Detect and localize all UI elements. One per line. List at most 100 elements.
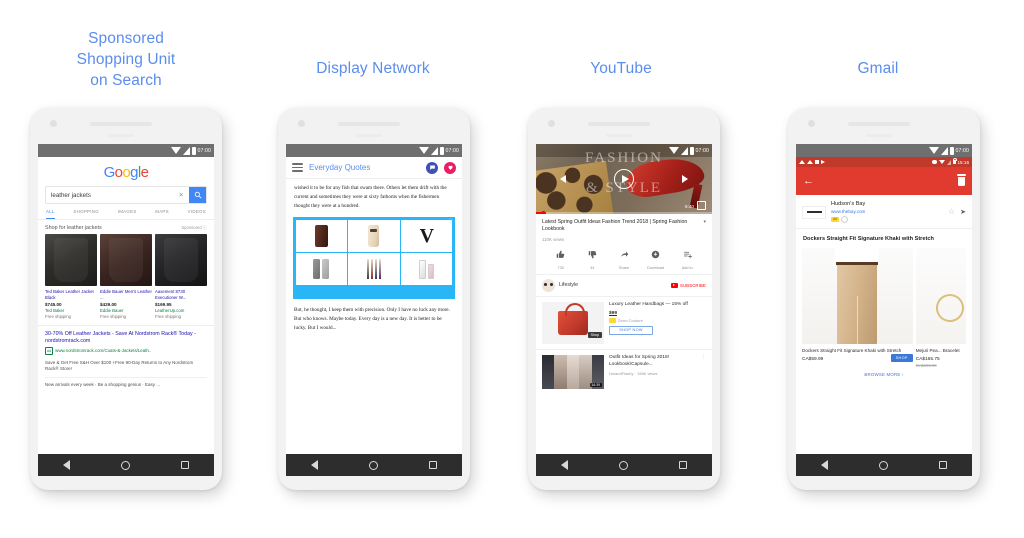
email-subject: Dockers Straight Fit Signature Khaki wit… [803, 236, 934, 242]
more-options-icon[interactable]: ⋮ [701, 354, 706, 389]
text-ad-headline[interactable]: 30-70% Off Leather Jackets - Save At Nor… [45, 331, 207, 345]
tab-images[interactable]: IMAGES [118, 209, 137, 219]
add-to-icon [683, 252, 692, 259]
chevron-down-icon[interactable]: ▾ [703, 219, 706, 233]
home-icon[interactable] [120, 460, 130, 470]
logo-letter: o [122, 164, 131, 181]
shop-label: Shop for leather jackets [45, 225, 102, 231]
arrow-left-icon[interactable]: ← [803, 175, 814, 187]
hamburger-icon[interactable] [292, 161, 303, 174]
tab-maps[interactable]: MAPS [155, 209, 169, 219]
ad-brand-row: Zerro Couture [609, 317, 706, 323]
ad-brand: Zerro Couture [618, 317, 643, 323]
subscribe-button[interactable]: SUBSCRIBE [670, 282, 706, 288]
share-button[interactable]: Share [609, 246, 639, 270]
shop-button[interactable]: SHOP [890, 354, 913, 363]
tab-all[interactable]: ALL [46, 209, 55, 219]
product-image [155, 234, 207, 286]
product-image-secondary[interactable] [915, 248, 966, 344]
youtube-shopping-ad[interactable]: Shop Luxury Leather Handbags — 15% off $… [536, 297, 712, 350]
text-ad-url[interactable]: www.nordstromrack.com/Coats-&-Jackets/Le… [55, 348, 151, 353]
dislike-button[interactable]: 44 [578, 246, 608, 270]
recommended-video[interactable]: 16:39 Outfit Ideas for Spring 2018! Look… [536, 350, 712, 394]
like-count: 730 [557, 265, 564, 270]
wifi-icon [170, 147, 181, 154]
back-icon[interactable] [561, 460, 569, 470]
ad-cell[interactable] [295, 253, 347, 285]
back-icon[interactable] [311, 460, 319, 470]
fullscreen-icon[interactable] [697, 201, 706, 210]
product-price: $429.00 [100, 301, 117, 307]
recommended-title[interactable]: Outfit Ideas for Spring 2018! Lookbook\C… [609, 355, 696, 368]
back-icon[interactable] [63, 460, 71, 470]
home-icon[interactable] [618, 460, 628, 470]
video-player[interactable]: 07:00 FASHION & STYLE 6:40 [536, 144, 712, 214]
product-title[interactable]: Aaxement 8730 Executioner W... [155, 289, 207, 300]
ad-badge-icon [609, 317, 616, 323]
tab-shopping[interactable]: SHOPPING [73, 209, 99, 219]
article-text-top: wished it to be for any fish that swam t… [286, 179, 462, 211]
battery-icon [439, 146, 444, 155]
product-detail[interactable]: Dockers Straight Fit Signature Khaki wit… [802, 348, 913, 368]
back-icon[interactable] [821, 460, 829, 470]
clear-icon[interactable]: ✕ [179, 191, 189, 199]
forward-icon[interactable]: ➤ [960, 209, 966, 216]
product-card[interactable]: Eddie Bauer Men's Leather ... $429.00 Ed… [100, 234, 152, 319]
recents-icon[interactable] [180, 461, 189, 469]
add-to-button[interactable]: Add to [672, 246, 702, 270]
sender-url[interactable]: www.thebay.com [831, 209, 943, 214]
phone-search: 07:00 Google leather jackets ✕ ALL SHOPP… [30, 108, 222, 490]
shop-now-button[interactable]: SHOP NOW [609, 325, 653, 335]
wifi-icon [938, 160, 945, 164]
ad-choices-icon[interactable]: ⓧ [449, 218, 454, 224]
browse-more-link[interactable]: BROWSE MORE › [796, 368, 972, 377]
text-ad[interactable]: 30-70% Off Leather Jackets - Save At Nor… [38, 324, 214, 388]
product-detail[interactable]: Mejuri Pea... Bracelet CA$165.75 CA$195.… [916, 348, 966, 368]
product-card[interactable]: Ted Baker Leather Jacket Black $745.00 T… [45, 234, 97, 319]
tab-videos[interactable]: VIDEOS [188, 209, 206, 219]
heart-pin-icon[interactable] [444, 161, 456, 174]
ad-formats-overview: Sponsored Shopping Unit on Search Displa… [0, 0, 1024, 538]
product-title[interactable]: Ted Baker Leather Jacket Black [45, 289, 97, 300]
like-button[interactable]: 730 [546, 246, 576, 270]
ad-cell[interactable] [348, 219, 400, 252]
home-icon[interactable] [368, 460, 378, 470]
play-icon[interactable] [614, 169, 634, 189]
site-title: Everyday Quotes [309, 163, 371, 172]
signal-icon [946, 159, 951, 165]
bracelet [932, 290, 966, 326]
progress-handle[interactable] [541, 210, 547, 214]
ad-cell[interactable]: V [401, 219, 453, 252]
product-image-primary[interactable] [802, 248, 913, 344]
star-icon[interactable]: ☆ [948, 208, 955, 216]
next-icon[interactable] [682, 175, 688, 183]
signal-icon [182, 146, 190, 155]
display-ad[interactable]: ⓧ V [293, 217, 455, 299]
previous-icon[interactable] [560, 175, 566, 183]
recents-icon[interactable] [678, 461, 687, 469]
trash-icon[interactable] [957, 174, 966, 186]
product-title[interactable]: Eddie Bauer Men's Leather ... [100, 289, 152, 300]
download-button[interactable]: Download [641, 246, 671, 270]
recents-icon[interactable] [428, 461, 437, 469]
ad-cell[interactable] [348, 253, 400, 285]
ad-cell[interactable] [401, 253, 453, 285]
chat-bubble-icon[interactable] [426, 161, 438, 174]
channel-row[interactable]: Lifestyle SUBSCRIBE [536, 275, 712, 297]
channel-name[interactable]: Lifestyle [559, 282, 667, 288]
ad-title[interactable]: Luxury Leather Handbags — 15% off [609, 302, 706, 309]
search-button[interactable] [189, 187, 206, 203]
ad-cell[interactable] [295, 219, 347, 252]
article-paragraph: wished it to be for any fish that swam t… [294, 185, 447, 209]
product-price: $169.95 [155, 301, 172, 307]
home-icon[interactable] [878, 460, 888, 470]
progress-bar[interactable] [536, 212, 712, 214]
product-merchant: Ted Baker [45, 307, 65, 313]
search-bar[interactable]: leather jackets ✕ [45, 186, 207, 204]
recents-icon[interactable] [938, 461, 947, 469]
search-input[interactable]: leather jackets [46, 192, 179, 199]
product-card[interactable]: Aaxement 8730 Executioner W... $169.95 L… [155, 234, 207, 319]
warning-icon [807, 160, 813, 164]
camera-dot [298, 120, 305, 127]
info-icon[interactable] [840, 216, 848, 223]
